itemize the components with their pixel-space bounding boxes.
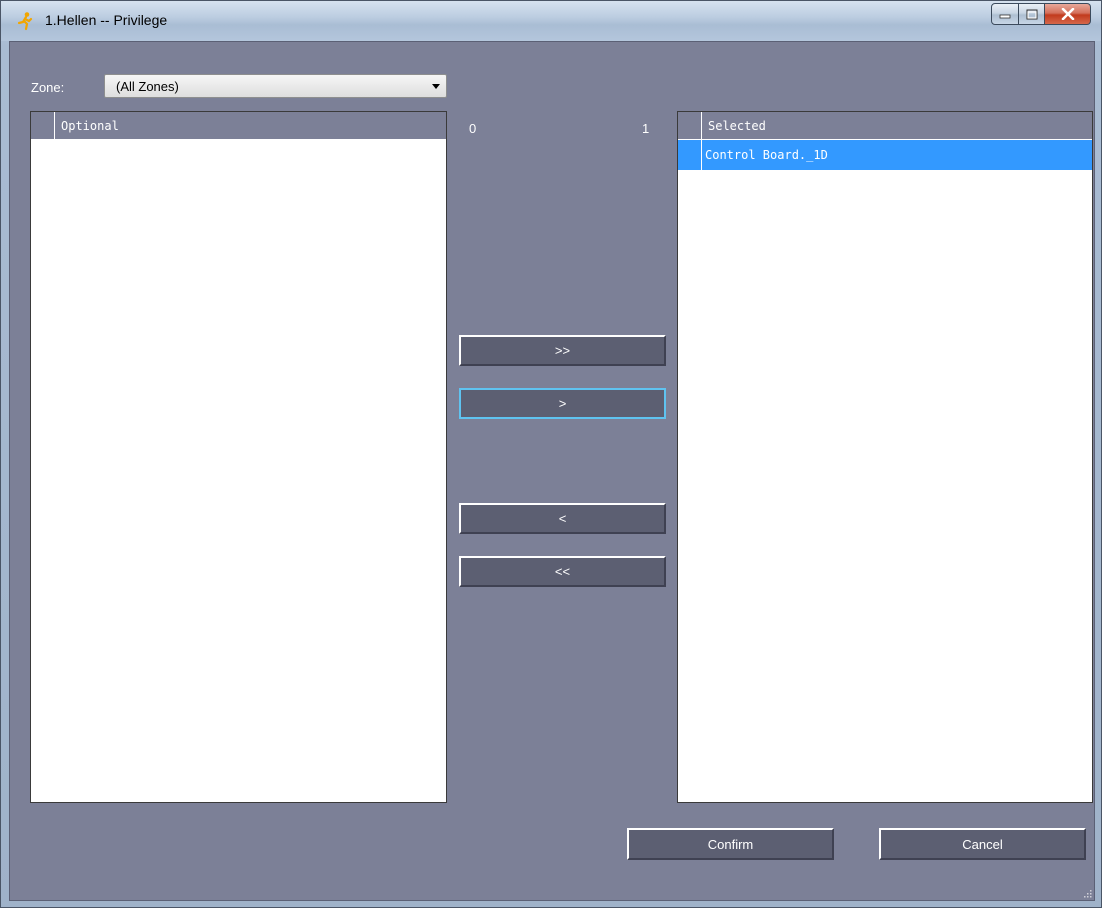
selected-list-header: Selected xyxy=(678,112,1092,140)
list-item-label: Control Board._1D xyxy=(705,148,828,162)
optional-select-all-cell[interactable] xyxy=(31,112,55,139)
zone-selected-value: (All Zones) xyxy=(116,79,179,94)
selected-header-label: Selected xyxy=(708,119,766,133)
runner-icon xyxy=(17,12,33,31)
remove-all-button[interactable]: << xyxy=(459,556,666,587)
selected-list[interactable]: Selected Control Board._1D xyxy=(677,111,1093,803)
minimize-button[interactable] xyxy=(991,3,1019,25)
resize-grip-icon[interactable] xyxy=(1082,888,1092,898)
add-all-button[interactable]: >> xyxy=(459,335,666,366)
list-item[interactable]: Control Board._1D xyxy=(678,140,1092,170)
cancel-button[interactable]: Cancel xyxy=(879,828,1086,860)
maximize-button[interactable] xyxy=(1019,3,1045,25)
chevron-down-icon xyxy=(432,84,440,89)
client-area: Zone: (All Zones) Optional 0 1 Selected … xyxy=(9,41,1095,901)
zone-dropdown[interactable]: (All Zones) xyxy=(104,74,447,98)
minimize-icon xyxy=(999,14,1011,19)
optional-header-label: Optional xyxy=(61,119,119,133)
row-header-cell[interactable] xyxy=(678,140,702,170)
zone-label: Zone: xyxy=(31,80,65,95)
optional-count: 0 xyxy=(469,121,477,136)
optional-list[interactable]: Optional xyxy=(30,111,447,803)
window-title: 1.Hellen -- Privilege xyxy=(45,12,168,28)
caption-buttons xyxy=(991,3,1091,25)
close-button[interactable] xyxy=(1045,3,1091,25)
selected-select-all-cell[interactable] xyxy=(678,112,702,139)
selected-count: 1 xyxy=(642,121,650,136)
privilege-window: 1.Hellen -- Privilege Zone: (All Zones) … xyxy=(0,0,1102,908)
maximize-icon xyxy=(1026,9,1037,19)
optional-list-header: Optional xyxy=(31,112,446,140)
remove-one-button[interactable]: < xyxy=(459,503,666,534)
confirm-button[interactable]: Confirm xyxy=(627,828,834,860)
title-bar[interactable]: 1.Hellen -- Privilege xyxy=(1,1,1101,41)
add-one-button[interactable]: > xyxy=(459,388,666,419)
close-icon xyxy=(1061,8,1074,20)
